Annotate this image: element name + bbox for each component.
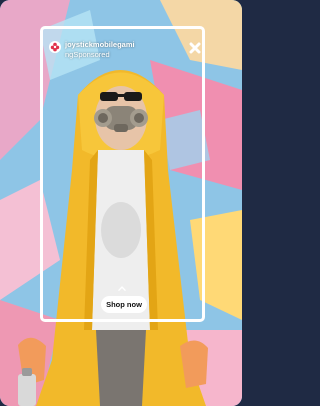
header-text: joystickmobilegami ngSponsored [65, 40, 185, 60]
shop-now-button[interactable]: Shop now [101, 296, 147, 313]
ad-card[interactable]: joystickmobilegami ngSponsored Shop now [0, 0, 242, 406]
flower-logo-icon [50, 42, 60, 52]
ad-header[interactable]: joystickmobilegami ngSponsored [49, 40, 185, 60]
account-name[interactable]: joystickmobilegami [65, 40, 135, 49]
avatar[interactable] [49, 41, 61, 53]
sponsored-label: ngSponsored [65, 50, 110, 59]
ad-frame [40, 26, 205, 322]
close-icon[interactable] [189, 42, 201, 54]
chevron-up-icon [118, 286, 126, 291]
